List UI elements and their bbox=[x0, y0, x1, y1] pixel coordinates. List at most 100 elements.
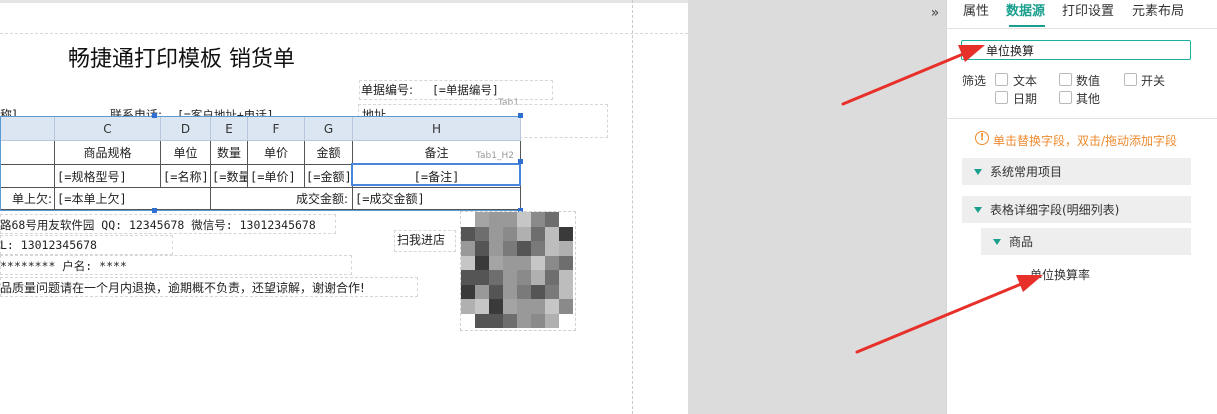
qr-pixel bbox=[517, 255, 531, 270]
qr-pixel bbox=[503, 241, 517, 256]
qr-pixel bbox=[475, 212, 489, 227]
qr-pixel bbox=[559, 226, 573, 241]
filter-number-checkbox[interactable] bbox=[1059, 73, 1072, 86]
qr-code-image[interactable] bbox=[460, 211, 576, 331]
filter-date-checkbox[interactable] bbox=[995, 91, 1008, 104]
qr-pixel bbox=[531, 241, 545, 256]
field-item-unit-conversion-rate[interactable]: 单位换算率 bbox=[1030, 268, 1090, 282]
footer-left-label[interactable]: 单上欠: bbox=[1, 188, 55, 210]
qr-pixel bbox=[503, 284, 517, 299]
qr-pixel bbox=[461, 284, 475, 299]
filter-other-label[interactable]: 其他 bbox=[1076, 92, 1100, 106]
qr-pixel bbox=[475, 226, 489, 241]
qr-pixel bbox=[461, 241, 475, 256]
qr-pixel bbox=[545, 299, 559, 314]
account-line[interactable]: ******** 户名: **** bbox=[0, 259, 127, 273]
qr-pixel bbox=[559, 284, 573, 299]
tab-divider bbox=[946, 28, 1217, 29]
filter-other-checkbox[interactable] bbox=[1059, 91, 1072, 104]
footer-right-field[interactable]: [=成交金额] bbox=[353, 188, 521, 210]
field-search-input[interactable] bbox=[961, 40, 1191, 60]
col-header-g[interactable]: G bbox=[305, 117, 353, 141]
expand-triangle-icon bbox=[974, 168, 982, 175]
col-header-h[interactable]: H bbox=[353, 117, 521, 141]
qr-pixel bbox=[461, 299, 475, 314]
qr-pixel bbox=[531, 226, 545, 241]
qr-pixel bbox=[531, 299, 545, 314]
qr-pixel bbox=[517, 313, 531, 328]
table-field-cell[interactable]: [=数量] bbox=[211, 165, 248, 188]
table-header-cell[interactable]: 单价 bbox=[248, 141, 305, 165]
collapse-panel-icon[interactable]: » bbox=[926, 4, 944, 22]
qr-pixel bbox=[531, 270, 545, 285]
resize-handle[interactable] bbox=[518, 159, 523, 164]
table-cell[interactable] bbox=[1, 141, 55, 165]
group-table-detail[interactable]: 表格详细字段(明细列表) bbox=[962, 196, 1191, 223]
selected-cell-outline bbox=[351, 163, 521, 186]
qr-label[interactable]: 扫我进店 bbox=[397, 233, 445, 247]
table-cell[interactable] bbox=[1, 165, 55, 188]
col-header-d[interactable]: D bbox=[161, 117, 211, 141]
qr-pixel bbox=[545, 226, 559, 241]
qr-pixel bbox=[503, 299, 517, 314]
filter-date-label[interactable]: 日期 bbox=[1013, 92, 1037, 106]
table-field-cell[interactable]: [=名称] bbox=[161, 165, 211, 188]
qr-pixel bbox=[475, 255, 489, 270]
qr-pixel bbox=[559, 299, 573, 314]
table-header-cell[interactable]: 数量 bbox=[211, 141, 248, 165]
filter-switch-label[interactable]: 开关 bbox=[1141, 74, 1165, 88]
qr-pixel bbox=[545, 313, 559, 328]
tab-print-settings[interactable]: 打印设置 bbox=[1062, 4, 1114, 20]
phone-line[interactable]: L: 13012345678 bbox=[0, 238, 97, 252]
page-right-guide bbox=[632, 0, 633, 414]
page-title[interactable]: 畅捷通打印模板 销货单 bbox=[68, 46, 295, 74]
qr-pixel bbox=[503, 270, 517, 285]
qr-pixel bbox=[475, 241, 489, 256]
col-header-b[interactable] bbox=[1, 117, 55, 141]
expand-triangle-icon bbox=[993, 238, 1001, 245]
table-field-cell[interactable]: [=金额] bbox=[305, 165, 353, 188]
notice-line[interactable]: 品质量问题请在一个月内退换，逾期概不负责，还望谅解，谢谢合作! bbox=[0, 281, 365, 295]
usage-tip: 单击替换字段，双击/拖动添加字段 bbox=[993, 134, 1178, 148]
group-system-common[interactable]: 系统常用项目 bbox=[962, 158, 1191, 185]
qr-pixel bbox=[545, 270, 559, 285]
group-goods[interactable]: 商品 bbox=[981, 228, 1191, 255]
table-header-cell[interactable]: 金额 bbox=[305, 141, 353, 165]
tab-properties[interactable]: 属性 bbox=[963, 4, 989, 20]
qr-pixel bbox=[531, 255, 545, 270]
address-line[interactable]: 路68号用友软件园 QQ: 12345678 微信号: 13012345678 bbox=[0, 218, 316, 232]
qr-pixel bbox=[503, 255, 517, 270]
resize-handle[interactable] bbox=[518, 113, 523, 118]
doc-no-field[interactable]: [=单据编号] bbox=[432, 83, 499, 97]
qr-pixel bbox=[517, 270, 531, 285]
col-header-c[interactable]: C bbox=[55, 117, 161, 141]
footer-left-field[interactable]: [=本单上欠] bbox=[55, 188, 211, 210]
qr-pixel bbox=[531, 284, 545, 299]
filter-text-checkbox[interactable] bbox=[995, 73, 1008, 86]
qr-pixel bbox=[489, 226, 503, 241]
table-header-cell[interactable]: 单位 bbox=[161, 141, 211, 165]
tab-datasource[interactable]: 数据源 bbox=[1006, 4, 1045, 20]
design-canvas[interactable]: 畅捷通打印模板 销货单 单据编号: [=单据编号] Tab1 称] 联系电话: … bbox=[0, 0, 688, 414]
qr-pixel bbox=[545, 212, 559, 227]
qr-pixel bbox=[517, 284, 531, 299]
filter-number-label[interactable]: 数值 bbox=[1076, 74, 1100, 88]
filter-switch-checkbox[interactable] bbox=[1124, 73, 1137, 86]
qr-pixel bbox=[559, 255, 573, 270]
qr-pixel bbox=[559, 270, 573, 285]
page-top-guide bbox=[0, 33, 688, 34]
canvas-top-band bbox=[0, 0, 688, 3]
resize-handle[interactable] bbox=[152, 208, 157, 213]
table-header-cell[interactable]: 商品规格 bbox=[55, 141, 161, 165]
qr-pixel bbox=[475, 313, 489, 328]
footer-right-label[interactable]: 成交金额: bbox=[211, 188, 353, 210]
filter-label: 筛选 bbox=[962, 74, 987, 88]
resize-handle[interactable] bbox=[152, 113, 157, 118]
filter-text-label[interactable]: 文本 bbox=[1013, 74, 1037, 88]
qr-pixel bbox=[545, 241, 559, 256]
table-field-cell[interactable]: [=单价] bbox=[248, 165, 305, 188]
col-header-f[interactable]: F bbox=[248, 117, 305, 141]
table-field-cell[interactable]: [=规格型号] bbox=[55, 165, 161, 188]
col-header-e[interactable]: E bbox=[211, 117, 248, 141]
tab-element-layout[interactable]: 元素布局 bbox=[1132, 4, 1184, 20]
